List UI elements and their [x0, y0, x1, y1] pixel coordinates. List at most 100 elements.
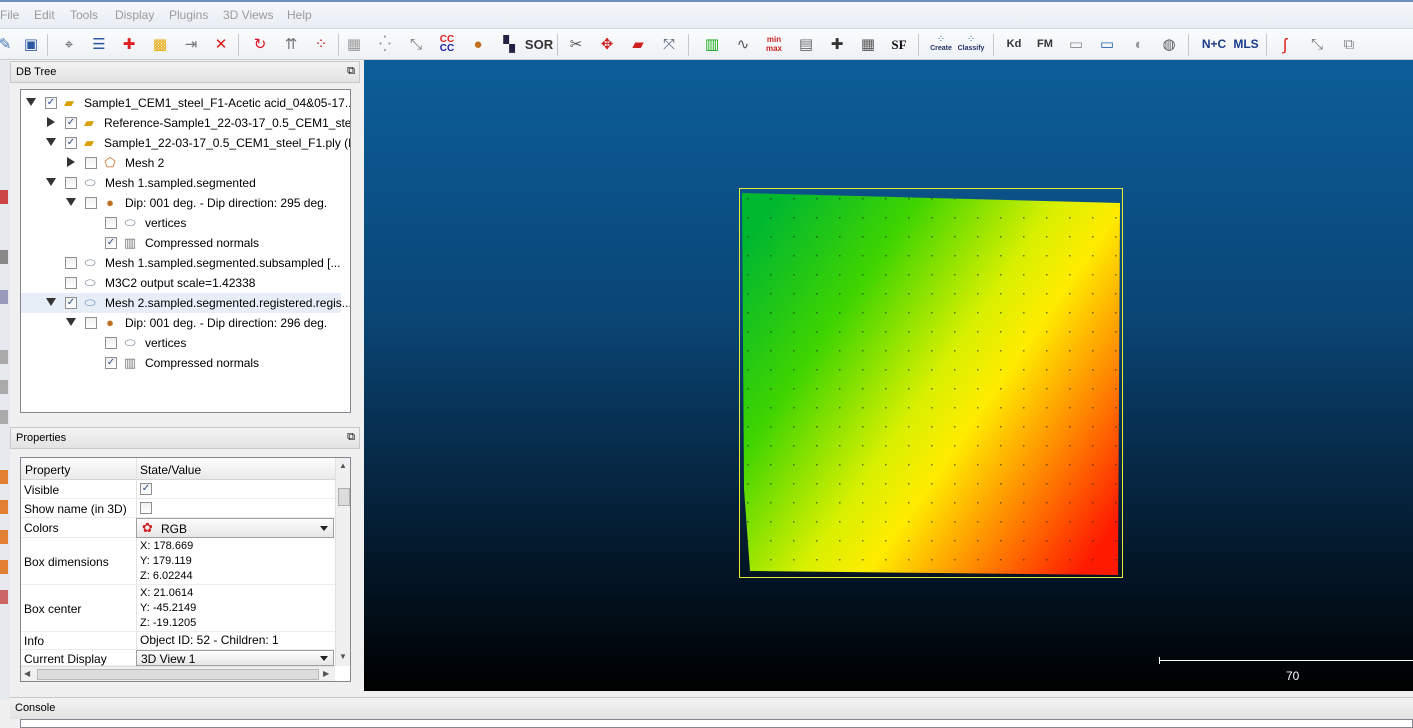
- collapse-arrow-icon[interactable]: [67, 157, 75, 167]
- clone-icon[interactable]: ▩: [149, 33, 171, 55]
- fm-icon[interactable]: FM: [1034, 33, 1056, 55]
- point-cloud-bounding-box[interactable]: [739, 188, 1123, 578]
- strip-tool-icon[interactable]: [0, 560, 8, 574]
- expand-arrow-icon[interactable]: [66, 318, 76, 326]
- tree-checkbox[interactable]: ✓: [105, 357, 117, 369]
- tree-checkbox[interactable]: [85, 157, 97, 169]
- strip-tool-icon[interactable]: [0, 410, 8, 424]
- cube-icon[interactable]: ⧉: [1338, 33, 1360, 55]
- calculator-icon[interactable]: ▦: [857, 33, 879, 55]
- compute-distances-icon[interactable]: ⤡: [405, 33, 427, 55]
- tree-item[interactable]: ✓ ▰ Sample1_22-03-17_0.5_CEM1_steel_F1.p…: [21, 133, 350, 153]
- menu-tools[interactable]: Tools: [70, 8, 98, 22]
- float-icon[interactable]: ⧉: [347, 431, 355, 444]
- tree-item[interactable]: ⬠ Mesh 2: [21, 153, 341, 173]
- nc-icon[interactable]: N+C: [1201, 33, 1227, 55]
- tree-checkbox[interactable]: ✓: [45, 97, 57, 109]
- tree-checkbox[interactable]: [105, 337, 117, 349]
- tree-item[interactable]: ● Dip: 001 deg. - Dip direction: 296 deg…: [21, 313, 341, 333]
- align-icon[interactable]: ⤧: [658, 33, 680, 55]
- tree-item-selected[interactable]: ✓ ⬭ Mesh 2.sampled.segmented.registered.…: [21, 293, 350, 313]
- normals-icon[interactable]: ⇈: [280, 33, 302, 55]
- visible-checkbox[interactable]: ✓: [140, 483, 152, 495]
- menu-display[interactable]: Display: [115, 8, 154, 22]
- strip-tool-icon[interactable]: [0, 380, 8, 394]
- save-icon[interactable]: ▣: [20, 33, 42, 55]
- checker-icon[interactable]: ▚: [498, 33, 520, 55]
- add-sf-icon[interactable]: ✚: [826, 33, 848, 55]
- menu-file[interactable]: File: [0, 8, 19, 22]
- collapse-arrow-icon[interactable]: [47, 117, 55, 127]
- tree-item[interactable]: ⬭ vertices: [21, 213, 341, 233]
- tree-checkbox[interactable]: [85, 197, 97, 209]
- register-icon[interactable]: ↻: [249, 33, 271, 55]
- scrollbar-thumb[interactable]: [37, 669, 319, 680]
- cut-plane-icon[interactable]: ▰: [627, 33, 649, 55]
- sf-icon[interactable]: SF: [888, 33, 910, 55]
- tree-item[interactable]: ⬭ Mesh 1.sampled.segmented.subsampled [.…: [21, 253, 341, 273]
- expand-arrow-icon[interactable]: [46, 298, 56, 306]
- menu-plugins[interactable]: Plugins: [169, 8, 208, 22]
- tree-checkbox[interactable]: ✓: [65, 117, 77, 129]
- sor-filter-icon[interactable]: SOR: [525, 33, 553, 55]
- distance-icon[interactable]: ⁛: [374, 33, 396, 55]
- tree-item[interactable]: ⬭ M3C2 output scale=1.42338: [21, 273, 341, 293]
- scissors-icon[interactable]: ✂: [565, 33, 587, 55]
- tree-checkbox[interactable]: [105, 217, 117, 229]
- facets-icon[interactable]: ⤡: [1306, 33, 1328, 55]
- sphere-icon[interactable]: ◐: [1128, 33, 1150, 55]
- tree-checkbox[interactable]: [65, 257, 77, 269]
- tree-item[interactable]: ✓ ▥ Compressed normals: [21, 233, 341, 253]
- sf-filter-icon[interactable]: ▤: [795, 33, 817, 55]
- canupo-create-icon[interactable]: ⁘ Create: [930, 33, 952, 55]
- strip-tool-icon[interactable]: [0, 350, 8, 364]
- strip-tool-icon[interactable]: [0, 250, 8, 264]
- sample-points-icon[interactable]: ▦: [343, 33, 365, 55]
- tree-item[interactable]: ✓ ▰ Sample1_CEM1_steel_F1-Acetic acid_04…: [21, 93, 350, 113]
- strip-tool-icon[interactable]: [0, 530, 8, 544]
- tree-checkbox[interactable]: [65, 177, 77, 189]
- tree-checkbox[interactable]: [65, 277, 77, 289]
- section-icon[interactable]: ʃ: [1274, 33, 1296, 55]
- mls-icon[interactable]: MLS: [1232, 33, 1260, 55]
- strip-tool-icon[interactable]: [0, 190, 8, 204]
- float-icon[interactable]: ⧉: [347, 65, 355, 78]
- expand-arrow-icon[interactable]: [66, 198, 76, 206]
- tree-item[interactable]: ● Dip: 001 deg. - Dip direction: 295 deg…: [21, 193, 341, 213]
- strip-tool-icon[interactable]: [0, 590, 8, 604]
- tree-item[interactable]: ⬭ Mesh 1.sampled.segmented: [21, 173, 341, 193]
- tree-checkbox[interactable]: ✓: [65, 297, 77, 309]
- scroll-right-icon[interactable]: ▶: [323, 669, 329, 678]
- scroll-up-icon[interactable]: ▲: [339, 461, 347, 470]
- tree-checkbox[interactable]: ✓: [65, 137, 77, 149]
- current-display-dropdown[interactable]: 3D View 1: [136, 650, 334, 666]
- globe-icon[interactable]: ◍: [1158, 33, 1180, 55]
- 3d-view[interactable]: 70: [364, 60, 1413, 691]
- show-name-checkbox[interactable]: [140, 502, 152, 514]
- colors-dropdown[interactable]: ✿ RGB: [136, 518, 334, 538]
- menu-3d-views[interactable]: 3D Views: [223, 8, 273, 22]
- subsample-icon[interactable]: ⁘: [310, 33, 332, 55]
- tree-checkbox[interactable]: [85, 317, 97, 329]
- gaussian-icon[interactable]: ∿: [732, 33, 754, 55]
- menu-edit[interactable]: Edit: [34, 8, 55, 22]
- open-icon[interactable]: ✎: [0, 33, 16, 55]
- strip-tool-icon[interactable]: [0, 500, 8, 514]
- scrollbar-thumb[interactable]: [338, 488, 350, 506]
- expand-arrow-icon[interactable]: [46, 178, 56, 186]
- menu-help[interactable]: Help: [287, 8, 312, 22]
- expand-arrow-icon[interactable]: [26, 98, 36, 106]
- move-icon[interactable]: ✥: [596, 33, 618, 55]
- strip-tool-icon[interactable]: [0, 290, 8, 304]
- scroll-left-icon[interactable]: ◀: [24, 669, 30, 678]
- cc-icon[interactable]: CC CC: [436, 33, 458, 55]
- merge-icon[interactable]: ⇥: [180, 33, 202, 55]
- scroll-down-icon[interactable]: ▼: [339, 652, 347, 661]
- potato-icon[interactable]: ●: [467, 33, 489, 55]
- column-header-property[interactable]: Property: [25, 463, 70, 477]
- kd-tree-icon[interactable]: Kd: [1003, 33, 1025, 55]
- csv-icon[interactable]: ▭: [1096, 33, 1118, 55]
- properties-horizontal-scrollbar[interactable]: ◀ ▶: [21, 666, 335, 681]
- list-icon[interactable]: ☰: [88, 33, 110, 55]
- column-header-value[interactable]: State/Value: [140, 463, 201, 477]
